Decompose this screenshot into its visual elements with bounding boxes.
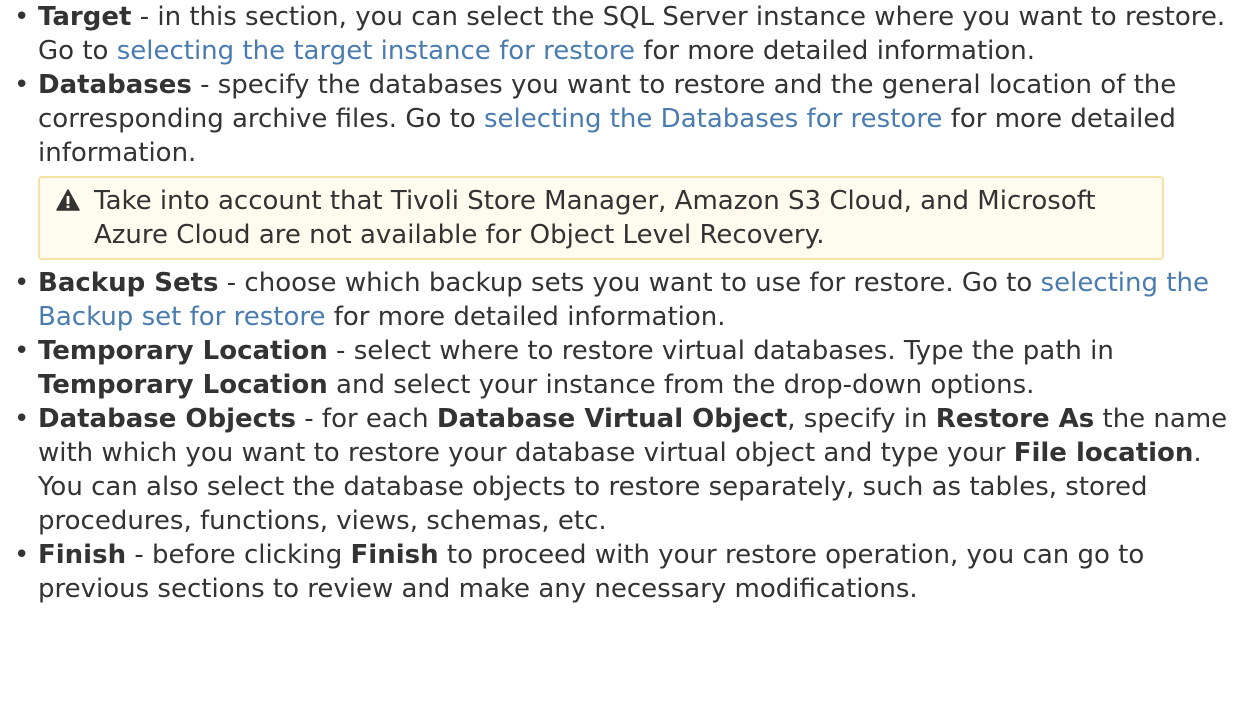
restore-steps-list: • Target - in this section, you can sele… [14, 0, 1240, 170]
item-text: , specify in [787, 404, 936, 434]
list-item-databases: • Databases - specify the databases you … [14, 68, 1240, 170]
item-text: - before clicking [126, 540, 351, 570]
term-backup-sets: Backup Sets [38, 268, 219, 298]
item-text: - select where to restore virtual databa… [327, 336, 1114, 366]
item-text: - choose which backup sets you want to u… [218, 268, 1041, 298]
term-restore-as: Restore As [935, 404, 1095, 434]
bullet: • [14, 2, 30, 32]
link-select-target-instance[interactable]: selecting the target instance for restor… [117, 36, 635, 66]
list-item-target: • Target - in this section, you can sele… [14, 0, 1240, 68]
document-body: • Target - in this section, you can sele… [0, 0, 1254, 606]
term-finish-button-ref: Finish [350, 540, 439, 570]
bullet: • [14, 268, 30, 298]
term-temporary-location: Temporary Location [38, 336, 328, 366]
restore-steps-list-continued: • Backup Sets - choose which backup sets… [14, 266, 1240, 606]
link-select-databases[interactable]: selecting the Databases for restore [484, 104, 942, 134]
bullet: • [14, 70, 30, 100]
warning-note: Take into account that Tivoli Store Mana… [38, 176, 1164, 260]
term-databases: Databases [38, 70, 192, 100]
item-text: for more detailed information. [325, 302, 726, 332]
term-finish: Finish [38, 540, 127, 570]
warning-icon [56, 189, 80, 211]
item-text: and select your instance from the drop-d… [327, 370, 1035, 400]
list-item-finish: • Finish - before clicking Finish to pro… [14, 538, 1240, 606]
term-temporary-location-field: Temporary Location [38, 370, 328, 400]
bullet: • [14, 404, 30, 434]
list-item-database-objects: • Database Objects - for each Database V… [14, 402, 1240, 538]
term-database-objects: Database Objects [38, 404, 296, 434]
item-text: for more detailed information. [634, 36, 1036, 66]
term-file-location: File location [1013, 438, 1194, 468]
list-item-temporary-location: • Temporary Location - select where to r… [14, 334, 1240, 402]
term-target: Target [38, 2, 132, 32]
warning-note-text: Take into account that Tivoli Store Mana… [94, 186, 1096, 250]
term-database-virtual-object: Database Virtual Object [436, 404, 788, 434]
list-item-backup-sets: • Backup Sets - choose which backup sets… [14, 266, 1240, 334]
bullet: • [14, 540, 30, 570]
item-text: - for each [296, 404, 437, 434]
bullet: • [14, 336, 30, 366]
